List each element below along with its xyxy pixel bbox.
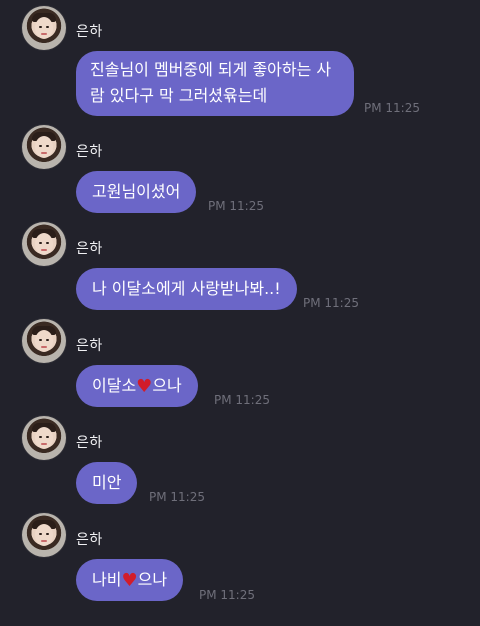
avatar[interactable] xyxy=(22,6,66,50)
message-text: 고원님이셨어 xyxy=(92,182,181,201)
avatar[interactable] xyxy=(22,513,66,557)
avatar[interactable] xyxy=(22,319,66,363)
message-timestamp: PM 11:25 xyxy=(214,393,270,407)
message-text: 나비 xyxy=(92,570,122,589)
message-timestamp: PM 11:25 xyxy=(364,101,420,115)
message-timestamp: PM 11:25 xyxy=(208,199,264,213)
message-text: 미안 xyxy=(92,473,122,492)
message-bubble[interactable]: 나 이달소에게 사랑받나봐..! xyxy=(76,268,297,310)
message-text: 이달소 xyxy=(92,376,137,395)
message-bubble[interactable]: 진솔님이 멤버중에 되게 좋아하는 사 람 있다구 막 그러셨윢는데 xyxy=(76,51,354,116)
sender-name: 은하 xyxy=(76,435,103,451)
message-timestamp: PM 11:25 xyxy=(199,588,255,602)
message-text: 으나 xyxy=(152,376,182,395)
message-bubble[interactable]: 고원님이셨어 xyxy=(76,171,197,213)
sender-name: 은하 xyxy=(76,338,103,354)
sender-name: 은하 xyxy=(76,532,103,548)
sender-name: 은하 xyxy=(76,144,103,160)
avatar[interactable] xyxy=(22,416,66,460)
avatar[interactable] xyxy=(22,125,66,169)
message-text: 나 이달소에게 사랑받나봐..! xyxy=(92,279,281,298)
message-text-line: 람 있다구 막 그러셨윢는데 xyxy=(90,86,268,105)
message-text-line: 진솔님이 멤버중에 되게 좋아하는 사 xyxy=(90,60,332,79)
sender-name: 은하 xyxy=(76,241,103,257)
heart-icon: ♥ xyxy=(136,376,153,397)
sender-name: 은하 xyxy=(76,24,103,40)
message-bubble[interactable]: 미안 xyxy=(76,462,138,504)
message-timestamp: PM 11:25 xyxy=(303,296,359,310)
message-timestamp: PM 11:25 xyxy=(149,490,205,504)
message-bubble[interactable]: 이달소♥으나 xyxy=(76,365,198,407)
heart-icon: ♥ xyxy=(121,570,138,591)
message-text: 으나 xyxy=(137,570,168,589)
avatar[interactable] xyxy=(22,222,66,266)
message-bubble[interactable]: 나비♥으나 xyxy=(76,559,184,601)
